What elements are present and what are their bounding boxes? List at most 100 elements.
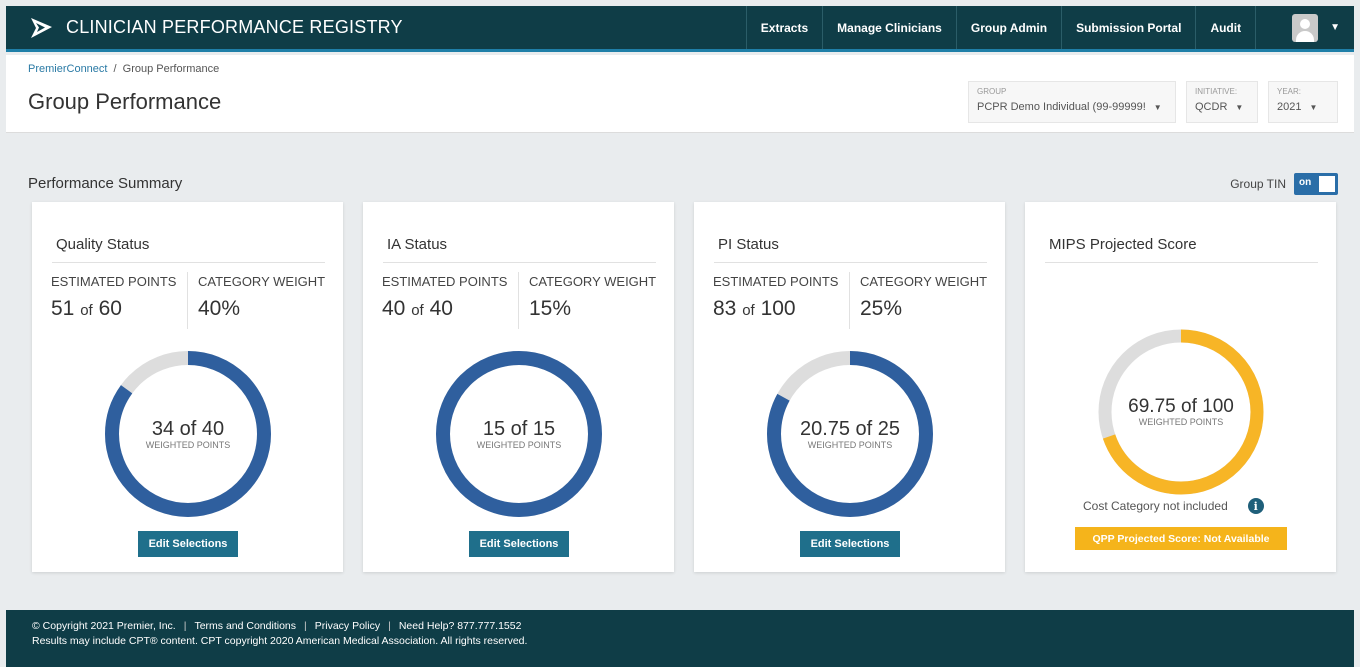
nav-item-extracts[interactable]: Extracts: [745, 6, 822, 49]
toggle-knob: [1319, 176, 1335, 192]
donut-center: 20.75 of 25 WEIGHTED POINTS: [762, 346, 938, 522]
divider: [52, 262, 325, 263]
page-header: PremierConnect / Group Performance Group…: [6, 55, 1354, 133]
cpt-disclaimer: Results may include CPT® content. CPT co…: [32, 635, 528, 647]
caret-down-icon: ▼: [1153, 102, 1162, 112]
user-avatar-icon: [1292, 13, 1319, 42]
group-select-value: PCPR Demo Individual (99-99999!: [977, 101, 1146, 113]
edit-selections-button[interactable]: Edit Selections: [469, 531, 569, 557]
breadcrumb-separator: /: [113, 63, 117, 75]
category-weight-value: 25%: [860, 297, 903, 320]
info-icon[interactable]: i: [1247, 498, 1264, 514]
footer: © Copyright 2021 Premier, Inc. | Terms a…: [6, 610, 1354, 667]
category-weight-label: CATEGORY WEIGHT: [529, 274, 657, 289]
caret-down-icon: ▼: [1235, 102, 1244, 112]
donut-center: 34 of 40 WEIGHTED POINTS: [100, 346, 276, 522]
category-weight: CATEGORY WEIGHT 25%: [860, 274, 987, 321]
donut-sub-label: WEIGHTED POINTS: [145, 439, 231, 450]
year-select[interactable]: YEAR: 2021 ▼: [1268, 81, 1338, 123]
estimated-points-label: ESTIMATED POINTS: [51, 274, 177, 289]
group-select-label: GROUP: [977, 87, 1007, 96]
of-label: of: [411, 302, 424, 319]
donut-value: 15 of 15: [482, 417, 556, 440]
donut-sub-label: WEIGHTED POINTS: [476, 439, 562, 450]
estimated-points-total: 40: [429, 297, 453, 320]
donut-sub-label: WEIGHTED POINTS: [807, 439, 893, 450]
year-select-value: 2021: [1277, 101, 1302, 113]
estimated-points-label: ESTIMATED POINTS: [382, 274, 508, 289]
pi-status-card: PI Status ESTIMATED POINTS 83 of 100 CAT…: [694, 202, 1005, 572]
divider: [714, 262, 987, 263]
page-title: Group Performance: [28, 89, 222, 114]
nav-item-group-admin[interactable]: Group Admin: [955, 6, 1061, 49]
quality-status-card: Quality Status ESTIMATED POINTS 51 of 60…: [32, 202, 343, 572]
estimated-points-total: 100: [760, 297, 796, 320]
terms-link[interactable]: Terms and Conditions: [194, 620, 296, 632]
user-menu[interactable]: ▼: [1255, 6, 1354, 49]
divider: [187, 272, 188, 329]
donut-sub-label: WEIGHTED POINTS: [1138, 417, 1224, 427]
toggle-state-text: on: [1299, 177, 1312, 188]
estimated-points-value: 83: [713, 297, 737, 320]
ia-status-card: IA Status ESTIMATED POINTS 40 of 40 CATE…: [363, 202, 674, 572]
breadcrumb-link-premierconnect[interactable]: PremierConnect: [28, 63, 107, 75]
of-label: of: [742, 302, 755, 319]
group-tin-control: Group TIN on: [1230, 173, 1338, 195]
privacy-link[interactable]: Privacy Policy: [315, 620, 380, 632]
initiative-select[interactable]: INITIATIVE: QCDR ▼: [1186, 81, 1258, 123]
donut-center: 69.75 of 100 WEIGHTED POINTS: [1096, 327, 1266, 497]
category-weight-label: CATEGORY WEIGHT: [198, 274, 326, 289]
app-title: CLINICIAN PERFORMANCE REGISTRY: [66, 17, 403, 37]
estimated-points-total: 60: [98, 297, 122, 320]
divider: [1045, 262, 1318, 263]
estimated-points-value: 51: [51, 297, 75, 320]
initiative-select-label: INITIATIVE:: [1195, 87, 1238, 96]
estimated-points-value: 40: [382, 297, 406, 320]
nav-item-submission-portal[interactable]: Submission Portal: [1061, 6, 1195, 49]
qpp-status-badge: QPP Projected Score: Not Available: [1075, 527, 1287, 550]
donut-value: 69.75 of 100: [1128, 396, 1234, 417]
divider: [383, 262, 656, 263]
donut-value: 20.75 of 25: [799, 417, 901, 440]
performance-summary-title: Performance Summary: [28, 175, 183, 192]
category-weight-value: 40%: [198, 297, 241, 320]
year-select-label: YEAR:: [1277, 87, 1302, 96]
edit-selections-button[interactable]: Edit Selections: [138, 531, 238, 557]
top-navbar: CLINICIAN PERFORMANCE REGISTRY Extracts …: [6, 6, 1354, 52]
chevron-down-icon: ▼: [1330, 22, 1340, 33]
divider: [518, 272, 519, 329]
footer-separator: |: [304, 620, 307, 632]
breadcrumb-current: Group Performance: [122, 63, 220, 75]
estimated-points: ESTIMATED POINTS 83 of 100: [713, 274, 838, 321]
of-label: of: [80, 302, 93, 319]
card-title: Quality Status: [56, 236, 150, 253]
card-title: PI Status: [718, 236, 779, 253]
category-weight: CATEGORY WEIGHT 40%: [198, 274, 325, 321]
estimated-points: ESTIMATED POINTS 51 of 60: [51, 274, 176, 321]
category-weight-value: 15%: [529, 297, 572, 320]
category-weight-label: CATEGORY WEIGHT: [860, 274, 988, 289]
initiative-select-value: QCDR: [1195, 101, 1228, 113]
edit-selections-button[interactable]: Edit Selections: [800, 531, 900, 557]
copyright-text: © Copyright 2021 Premier, Inc.: [32, 620, 176, 632]
donut-center: 15 of 15 WEIGHTED POINTS: [431, 346, 607, 522]
group-tin-toggle[interactable]: on: [1294, 173, 1338, 195]
premier-logo-icon: [31, 17, 52, 38]
estimated-points: ESTIMATED POINTS 40 of 40: [382, 274, 507, 321]
cost-note-text: Cost Category not included: [1083, 499, 1228, 513]
nav-item-audit[interactable]: Audit: [1195, 6, 1255, 49]
card-title: IA Status: [387, 236, 448, 253]
caret-down-icon: ▼: [1309, 102, 1318, 112]
category-weight: CATEGORY WEIGHT 15%: [529, 274, 656, 321]
footer-separator: |: [183, 620, 187, 632]
group-select[interactable]: GROUP PCPR Demo Individual (99-99999! ▼: [968, 81, 1176, 123]
card-title: MIPS Projected Score: [1049, 236, 1197, 253]
breadcrumb: PremierConnect / Group Performance: [28, 63, 219, 75]
donut-value: 34 of 40: [151, 417, 225, 440]
nav-item-manage-clinicians[interactable]: Manage Clinicians: [822, 6, 956, 49]
estimated-points-label: ESTIMATED POINTS: [713, 274, 839, 289]
mips-projected-score-card: MIPS Projected Score 69.75 of 100 WEIGHT…: [1025, 202, 1336, 572]
help-phone: Need Help? 877.777.1552: [398, 620, 522, 632]
brand[interactable]: CLINICIAN PERFORMANCE REGISTRY: [6, 6, 746, 49]
divider: [849, 272, 850, 329]
